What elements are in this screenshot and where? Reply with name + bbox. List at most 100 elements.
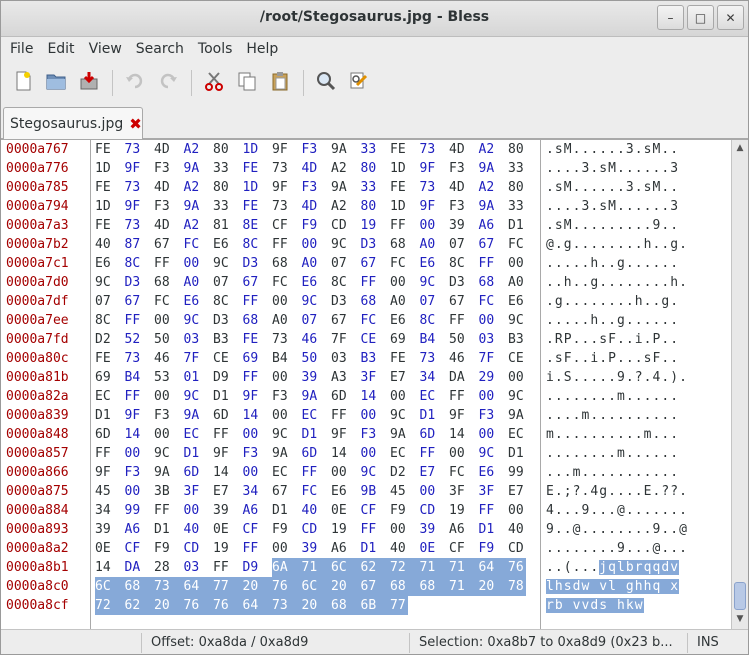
hex-byte[interactable]: F3	[125, 463, 143, 482]
ascii-row[interactable]: ...m...........	[546, 463, 679, 482]
hex-byte[interactable]: FF	[449, 387, 467, 406]
hex-byte[interactable]: 9A	[154, 463, 172, 482]
hex-byte[interactable]: 68	[390, 235, 408, 254]
hex-byte[interactable]: 9A	[272, 444, 290, 463]
find-button[interactable]	[310, 67, 342, 99]
hex-byte[interactable]: FF	[213, 425, 231, 444]
hex-byte[interactable]: FC	[272, 273, 290, 292]
hex-byte[interactable]: 14	[331, 444, 349, 463]
hex-byte[interactable]: F9	[272, 520, 290, 539]
hex-byte[interactable]: CF	[449, 539, 467, 558]
ascii-row[interactable]: ..h..g........h.	[546, 273, 688, 292]
hex-byte[interactable]: D1	[508, 216, 526, 235]
hex-byte[interactable]: 9F	[125, 197, 143, 216]
hex-byte[interactable]: FF	[213, 558, 231, 577]
menu-file[interactable]: File	[3, 37, 40, 63]
cut-button[interactable]	[198, 67, 230, 99]
hex-byte[interactable]: FF	[390, 216, 408, 235]
hex-byte[interactable]: 6C	[301, 577, 331, 596]
hex-byte[interactable]: FF	[361, 520, 379, 539]
hex-byte[interactable]: 50	[302, 349, 320, 368]
hex-byte[interactable]: A0	[508, 273, 526, 292]
hex-byte[interactable]: A0	[272, 311, 290, 330]
hex-byte[interactable]: FF	[95, 444, 113, 463]
menu-tools[interactable]: Tools	[191, 37, 240, 63]
hex-byte[interactable]: EC	[390, 444, 408, 463]
hex-byte[interactable]: 07	[449, 235, 467, 254]
hex-byte[interactable]: 77	[213, 577, 243, 596]
hex-byte[interactable]: 00	[125, 444, 143, 463]
hex-byte[interactable]: 9C	[361, 463, 379, 482]
hex-byte[interactable]: 7F	[331, 330, 349, 349]
hex-byte[interactable]: A6	[331, 539, 349, 558]
hex-byte[interactable]: F3	[479, 406, 497, 425]
hex-byte[interactable]: 73	[272, 330, 290, 349]
hex-byte[interactable]: 76	[213, 596, 243, 615]
hex-byte[interactable]: 3F	[184, 482, 202, 501]
hex-byte[interactable]: 29	[479, 368, 497, 387]
hex-byte[interactable]: 3B	[154, 482, 172, 501]
hex-byte[interactable]: 9F	[272, 140, 290, 159]
hex-byte[interactable]: 00	[390, 387, 408, 406]
hex-byte[interactable]: 00	[508, 501, 526, 520]
scrollbar-thumb[interactable]	[734, 582, 746, 610]
redo-button[interactable]	[152, 67, 184, 99]
hex-byte[interactable]: 8C	[213, 292, 231, 311]
hex-byte[interactable]: 00	[272, 406, 290, 425]
hex-byte[interactable]: 6D	[331, 387, 349, 406]
hex-byte[interactable]: D3	[213, 311, 231, 330]
hex-byte[interactable]: 9C	[420, 273, 438, 292]
hex-byte[interactable]: 3F	[361, 368, 379, 387]
ascii-row[interactable]: .sM......3.sM..	[546, 140, 679, 159]
hex-byte[interactable]: 14	[449, 425, 467, 444]
hex-byte[interactable]: 6B	[360, 596, 390, 615]
hex-byte[interactable]: 0E	[420, 539, 438, 558]
hex-byte[interactable]: 34	[243, 482, 261, 501]
hex-byte[interactable]: F3	[302, 178, 320, 197]
hex-byte[interactable]: EC	[508, 425, 526, 444]
hex-byte[interactable]: 72	[390, 558, 420, 577]
hex-byte[interactable]: 8C	[125, 254, 143, 273]
hex-byte[interactable]: 67	[154, 235, 172, 254]
hex-byte[interactable]: 72	[95, 596, 125, 615]
hex-byte[interactable]: A2	[184, 216, 202, 235]
hex-byte[interactable]: 8C	[449, 254, 467, 273]
hex-byte[interactable]: 00	[272, 539, 290, 558]
hex-byte[interactable]: 07	[420, 292, 438, 311]
hex-byte[interactable]: 73	[272, 159, 290, 178]
hex-byte[interactable]: 68	[419, 577, 449, 596]
hex-byte[interactable]: 8C	[243, 235, 261, 254]
hex-byte[interactable]: 01	[184, 368, 202, 387]
ascii-row[interactable]: 4...9...@.......	[546, 501, 688, 520]
hex-byte[interactable]: 9F	[243, 387, 261, 406]
menu-help[interactable]: Help	[239, 37, 285, 63]
hex-byte[interactable]: 6A	[272, 558, 302, 577]
hex-byte[interactable]: 03	[479, 330, 497, 349]
hex-byte[interactable]: F3	[302, 140, 320, 159]
hex-byte[interactable]: 6D	[213, 406, 231, 425]
hex-byte[interactable]: 1D	[243, 140, 261, 159]
hex-byte[interactable]: 9F	[125, 406, 143, 425]
hex-byte[interactable]: D3	[449, 273, 467, 292]
hex-byte[interactable]: 46	[154, 349, 172, 368]
hex-byte[interactable]: 76	[183, 596, 213, 615]
hex-byte[interactable]: F3	[154, 197, 172, 216]
ascii-row[interactable]: m..........m...	[546, 425, 679, 444]
hex-byte[interactable]: 0E	[213, 520, 231, 539]
hex-byte[interactable]: FF	[125, 311, 143, 330]
hex-byte[interactable]: 0E	[95, 539, 113, 558]
hex-byte[interactable]: 03	[184, 558, 202, 577]
hex-byte[interactable]: 80	[213, 178, 231, 197]
save-file-button[interactable]	[73, 67, 105, 99]
hex-byte[interactable]: 68	[272, 254, 290, 273]
hex-byte[interactable]: 67	[125, 292, 143, 311]
hex-byte[interactable]: B3	[508, 330, 526, 349]
hex-byte[interactable]: 39	[213, 501, 231, 520]
ascii-row[interactable]: ....3.sM......3	[546, 197, 679, 216]
hex-byte[interactable]: 6C	[95, 577, 125, 596]
hex-byte[interactable]: 00	[125, 482, 143, 501]
hex-byte[interactable]: 71	[419, 558, 449, 577]
hex-byte[interactable]: CD	[508, 539, 526, 558]
hex-byte[interactable]: 07	[95, 292, 113, 311]
hex-byte[interactable]: 28	[154, 558, 172, 577]
